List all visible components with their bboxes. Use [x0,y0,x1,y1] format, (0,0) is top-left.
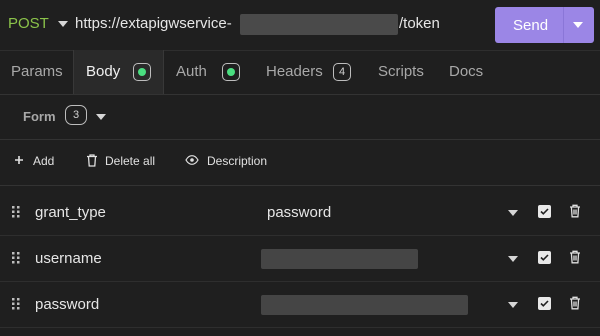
tab-body[interactable]: Body [73,50,164,94]
send-button[interactable]: Send [495,7,594,43]
description-label: Description [207,154,268,168]
auth-active-indicator [222,63,240,81]
delete-all-label: Delete all [105,154,156,168]
tab-label: Params [11,63,63,80]
param-value-input[interactable]: password [267,204,331,221]
delete-param-trash-icon[interactable] [569,296,581,310]
body-mode-selector[interactable]: Form [23,109,56,124]
tab-scripts[interactable]: Scripts [366,50,438,94]
tab-params[interactable]: Params [0,50,73,94]
http-method-selector[interactable]: POST [8,15,49,32]
headers-count-badge: 4 [333,63,351,81]
form-actions-bar: Add Delete all Description [0,140,600,186]
url-input-suffix[interactable]: /token [399,15,440,32]
delete-param-trash-icon[interactable] [569,204,581,218]
chevron-down-icon[interactable] [58,21,68,27]
param-enabled-checkbox[interactable] [538,251,551,264]
status-dot-icon [227,68,235,76]
send-options-chevron-icon[interactable] [573,22,583,28]
tab-headers[interactable]: Headers 4 [254,50,364,94]
checkmark-icon [540,208,549,215]
send-button-divider [563,7,564,43]
drag-handle-icon[interactable] [12,252,20,264]
body-mode-bar: Form 3 [0,95,600,140]
tab-label: Body [86,63,121,80]
checkmark-icon [540,254,549,261]
chevron-down-icon[interactable] [96,114,106,120]
drag-handle-icon[interactable] [12,206,20,218]
param-type-chevron-icon[interactable] [508,256,518,262]
add-param-label: Add [33,154,55,168]
param-type-chevron-icon[interactable] [508,210,518,216]
param-name-input[interactable]: grant_type [35,204,106,221]
request-tabs: Params Body Auth Headers 4 Scripts Docs [0,50,600,95]
url-input[interactable]: https://extapigwservice- [75,15,232,32]
trash-icon [87,154,97,167]
form-param-row: username [0,236,600,282]
form-param-row: grant_type password [0,190,600,236]
checkmark-icon [540,300,549,307]
eye-icon [185,155,199,165]
param-enabled-checkbox[interactable] [538,297,551,310]
param-type-chevron-icon[interactable] [508,302,518,308]
plus-icon [15,156,23,164]
url-redacted-segment [240,14,398,35]
add-param-button[interactable]: Add [14,154,64,168]
status-dot-icon [138,68,146,76]
request-url-bar: POST https://extapigwservice- /token Sen… [0,0,600,51]
drag-handle-icon[interactable] [12,298,20,310]
form-param-row: password [0,282,600,328]
param-name-input[interactable]: username [35,250,102,267]
tab-label: Auth [176,63,207,80]
body-active-indicator [133,63,151,81]
tab-auth[interactable]: Auth [164,50,254,94]
description-toggle-button[interactable]: Description [185,154,275,168]
field-count-badge: 3 [65,105,87,125]
delete-all-button[interactable]: Delete all [86,154,166,168]
param-name-input[interactable]: password [35,296,99,313]
tab-label: Docs [449,63,484,80]
tab-label: Scripts [378,63,424,80]
redacted-param-value[interactable] [261,295,468,315]
send-button-label: Send [513,17,549,34]
tab-docs[interactable]: Docs [438,50,498,94]
delete-param-trash-icon[interactable] [569,250,581,264]
redacted-param-value[interactable] [261,249,418,269]
param-enabled-checkbox[interactable] [538,205,551,218]
tab-label: Headers [266,63,323,80]
